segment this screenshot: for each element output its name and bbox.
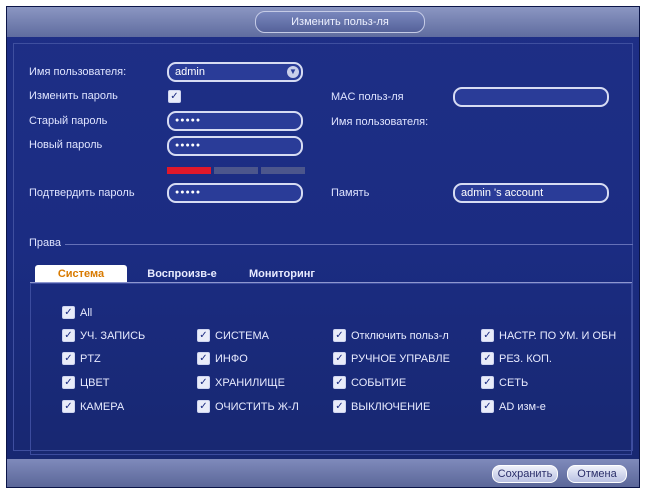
perm-label: Отключить польз-л [351,329,449,342]
perm-item[interactable]: ✓ AD изм-е [481,400,623,413]
checkbox-checked-icon[interactable]: ✓ [481,329,494,342]
checkbox-checked-icon[interactable]: ✓ [333,376,346,389]
perm-label: ЦВЕТ [80,376,110,389]
new-password-label: Новый пароль [29,139,103,151]
checkbox-checked-icon[interactable]: ✓ [197,352,210,365]
perm-label: УЧ. ЗАПИСЬ [80,329,146,342]
dialog-title: Изменить польз-ля [255,11,425,33]
old-password-field[interactable]: ●●●●● [167,111,303,131]
perm-item[interactable]: ✓ ЦВЕТ [62,376,204,389]
rights-label: Права [29,237,61,249]
perm-label: ОЧИСТИТЬ Ж-Л [215,400,299,413]
dialog-titlebar: Изменить польз-ля [7,7,639,37]
perm-label: ВЫКЛЮЧЕНИЕ [351,400,431,413]
perm-item[interactable]: ✓ ИНФО [197,352,339,365]
checkbox-checked-icon[interactable]: ✓ [481,376,494,389]
checkbox-checked-icon[interactable]: ✓ [62,352,75,365]
checkbox-checked-icon[interactable]: ✓ [62,400,75,413]
old-password-label: Старый пароль [29,115,108,127]
edit-user-dialog: Изменить польз-ля Имя пользователя: admi… [6,6,640,488]
chevron-down-icon[interactable]: ▼ [287,66,299,78]
tab-monitoring[interactable]: Мониторинг [237,265,327,283]
perm-item[interactable]: ✓ ХРАНИЛИЩЕ [197,376,339,389]
perm-label: AD изм-е [499,400,546,413]
perm-item[interactable]: ✓ Отключить польз-л [333,329,475,342]
checkbox-checked-icon[interactable]: ✓ [197,400,210,413]
password-strength-meter [167,167,305,174]
tab-system[interactable]: Система [35,265,127,283]
perm-label: ХРАНИЛИЩЕ [215,376,285,389]
checkbox-checked-icon[interactable]: ✓ [62,306,75,319]
checkbox-checked-icon[interactable]: ✓ [333,352,346,365]
perm-item[interactable]: ✓ РЕЗ. КОП. [481,352,623,365]
perm-label: СОБЫТИЕ [351,376,407,389]
perm-label: СИСТЕМА [215,329,269,342]
cancel-button[interactable]: Отмена [567,465,627,483]
memo-label: Память [331,187,370,199]
checkbox-checked-icon[interactable]: ✓ [333,329,346,342]
perm-label: All [80,306,93,319]
confirm-password-label: Подтвердить пароль [29,187,135,199]
strength-segment [167,167,211,174]
perm-all[interactable]: ✓ All [62,306,204,319]
checkbox-checked-icon[interactable]: ✓ [481,400,494,413]
strength-segment [261,167,305,174]
perm-item[interactable]: ✓ РУЧНОЕ УПРАВЛЕ [333,352,475,365]
strength-segment [214,167,258,174]
username-info-label: Имя пользователя: [331,116,429,128]
perm-label: НАСТР. ПО УМ. И ОБН [499,329,617,342]
username-value: admin [175,66,205,78]
perm-item[interactable]: ✓ НАСТР. ПО УМ. И ОБН [481,329,623,342]
tab-playback[interactable]: Воспроизв-е [137,265,227,283]
perm-item[interactable]: ✓ ОЧИСТИТЬ Ж-Л [197,400,339,413]
checkbox-checked-icon[interactable]: ✓ [197,329,210,342]
checkbox-checked-icon[interactable]: ✓ [481,352,494,365]
username-select[interactable]: admin ▼ [167,62,303,82]
checkbox-checked-icon[interactable]: ✓ [333,400,346,413]
confirm-password-field[interactable]: ●●●●● [167,183,303,203]
change-password-checkbox[interactable]: ✓ [168,90,181,103]
perm-item[interactable]: ✓ СЕТЬ [481,376,623,389]
checkbox-checked-icon[interactable]: ✓ [62,376,75,389]
perm-label: КАМЕРА [80,400,125,413]
username-label: Имя пользователя: [29,66,127,78]
dialog-footer: Сохранить Отмена [7,459,639,487]
perm-label: РУЧНОЕ УПРАВЛЕ [351,352,450,365]
perm-item[interactable]: ✓ ВЫКЛЮЧЕНИЕ [333,400,475,413]
save-button[interactable]: Сохранить [492,465,558,483]
mac-field[interactable] [453,87,609,107]
perm-item[interactable]: ✓ СОБЫТИЕ [333,376,475,389]
mac-label: MAC польз-ля [331,91,404,103]
checkbox-checked-icon[interactable]: ✓ [62,329,75,342]
perm-item[interactable]: ✓ PTZ [62,352,204,365]
rights-divider [65,244,633,245]
perm-label: РЕЗ. КОП. [499,352,552,365]
checkbox-checked-icon[interactable]: ✓ [197,376,210,389]
perm-label: СЕТЬ [499,376,529,389]
perm-item[interactable]: ✓ СИСТЕМА [197,329,339,342]
perm-item[interactable]: ✓ КАМЕРА [62,400,204,413]
perm-label: PTZ [80,352,101,365]
perm-item[interactable]: ✓ УЧ. ЗАПИСЬ [62,329,204,342]
memo-field[interactable]: admin 's account [453,183,609,203]
change-password-label: Изменить пароль [29,90,118,102]
new-password-field[interactable]: ●●●●● [167,136,303,156]
perm-label: ИНФО [215,352,248,365]
